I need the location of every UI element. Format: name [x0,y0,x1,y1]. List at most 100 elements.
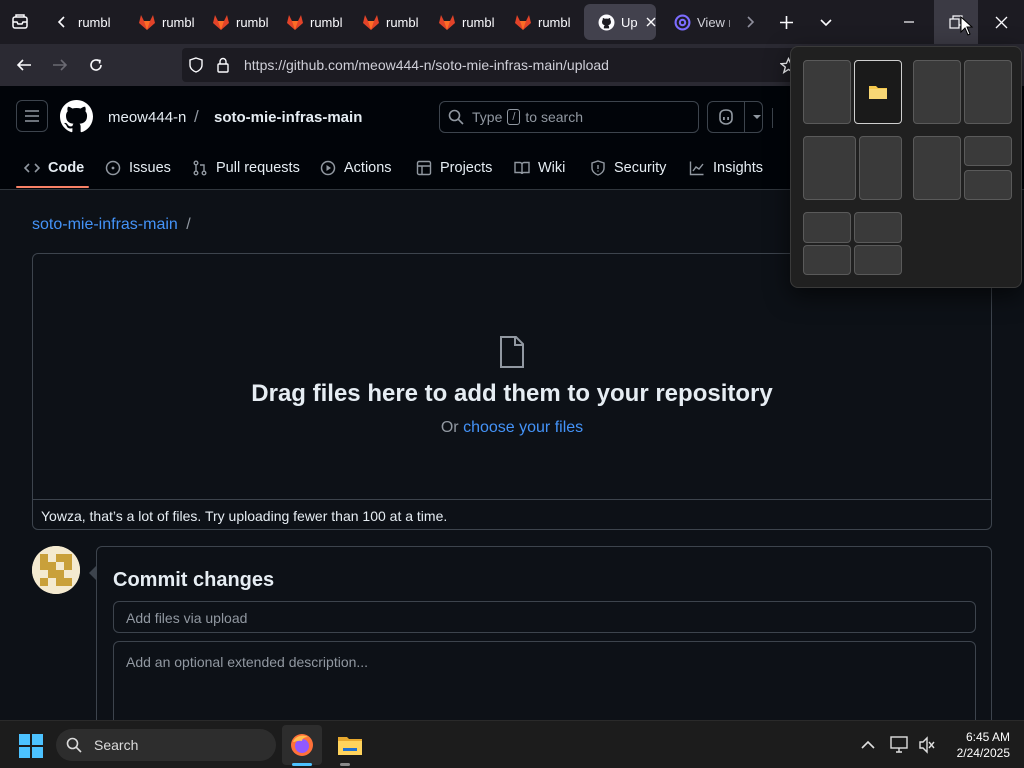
lock-icon[interactable] [216,57,230,73]
browser-tab[interactable]: rumbl [272,4,344,40]
firefox-view-icon[interactable] [4,6,36,38]
repo-owner-link[interactable]: meow444-n [108,109,186,126]
snap-zone[interactable] [803,245,851,275]
commit-summary-input[interactable]: Add files via upload [113,601,976,633]
tab-pull-requests[interactable]: Pull requests [192,150,300,186]
browser-tab[interactable]: rumbl [500,4,576,40]
minimize-icon[interactable] [892,6,926,38]
chevron-down-icon [752,113,762,121]
volume-muted-icon[interactable] [918,736,936,754]
snap-zone[interactable] [854,245,902,275]
windows-taskbar: Search 6:45 AM 2/24/2025 [0,720,1024,768]
tab-label: rumbl [162,14,195,30]
show-hidden-icons-icon[interactable] [860,737,876,753]
browser-tab[interactable]: rumbl [198,4,270,40]
tab-label: Projects [440,160,493,176]
breadcrumb-separator: / [186,216,191,233]
list-tabs-icon[interactable] [810,6,842,38]
snap-zone[interactable] [803,212,851,243]
copilot-button[interactable] [707,101,763,133]
browser-tab[interactable]: rumbl [348,4,420,40]
choose-files-link[interactable]: choose your files [463,419,583,436]
gitlab-icon [438,14,456,31]
file-drop-zone[interactable]: Drag files here to add them to your repo… [32,253,992,530]
search-icon [66,737,82,753]
tab-label: Pull requests [216,160,300,176]
play-icon [320,160,336,176]
search-placeholder-post: to search [525,109,584,125]
tab-security[interactable]: Security [590,150,666,186]
snap-zone[interactable] [913,136,961,200]
close-window-icon[interactable] [984,6,1018,38]
tab-label: rumbl [310,14,343,30]
hamburger-menu-button[interactable] [16,100,48,132]
search-icon [448,109,464,125]
tab-code[interactable]: Code [24,150,84,186]
browser-tab-active[interactable]: Upl [584,4,656,40]
browser-tab[interactable]: rumbl [424,4,496,40]
search-input[interactable]: Type / to search [439,101,699,133]
snap-zone[interactable] [859,136,902,200]
upload-limit-warning: Yowza, that’s a lot of files. Try upload… [41,508,448,524]
browser-tab-strip: rumbl rumbl rumbl rumbl rumbl rumbl rumb… [0,0,1024,44]
breadcrumb-repo-link[interactable]: soto-mie-infras-main [32,216,178,233]
breadcrumb-separator: / [194,107,199,126]
avatar[interactable] [32,546,80,594]
gitlab-icon [514,14,532,31]
taskbar-file-explorer-button[interactable] [330,725,370,765]
github-logo-icon[interactable] [60,100,93,133]
repo-name-link[interactable]: soto-mie-infras-main [214,109,362,126]
snap-zone-selected[interactable] [854,60,902,124]
url-bar[interactable]: https://github.com/meow444-n/soto-mie-in… [182,48,822,82]
browser-tab[interactable]: rumbl [64,4,128,40]
issue-icon [105,160,121,176]
snap-zone[interactable] [854,212,902,243]
firefox-icon [289,732,315,758]
active-tab-underline [16,186,89,188]
taskbar-firefox-button[interactable] [282,725,322,765]
tracking-shield-icon[interactable] [188,57,204,73]
taskbar-search-label: Search [94,737,139,753]
taskbar-search-box[interactable]: Search [56,729,276,761]
clock-time: 6:45 AM [965,730,1010,744]
tab-label: rumbl [386,14,419,30]
back-icon[interactable] [8,49,40,81]
tab-label: View r [697,14,730,30]
snap-zone[interactable] [964,60,1012,124]
hamburger-icon [24,109,40,123]
network-icon[interactable] [890,736,910,754]
tab-label: Upl [621,14,638,30]
tab-insights[interactable]: Insights [689,150,763,186]
book-icon [514,160,530,176]
tab-wiki[interactable]: Wiki [514,150,565,186]
commit-summary-placeholder: Add files via upload [126,610,248,626]
tab-label: rumbl [462,14,495,30]
browser-tab[interactable]: rumbl [124,4,196,40]
snap-zone[interactable] [964,170,1012,200]
scroll-tabs-right-icon[interactable] [734,6,766,38]
new-tab-icon[interactable] [770,6,802,38]
snap-zone[interactable] [964,136,1012,166]
windows-start-icon[interactable] [18,733,44,759]
folder-icon [868,84,888,100]
snap-zone[interactable] [803,136,856,200]
tab-projects[interactable]: Projects [416,150,492,186]
forward-icon[interactable] [44,49,76,81]
snap-zone[interactable] [913,60,961,124]
commit-title: Commit changes [113,569,275,591]
table-icon [416,160,432,176]
reload-icon[interactable] [80,49,112,81]
proton-icon [674,14,691,31]
tab-label: Issues [129,160,171,176]
divider [772,108,773,128]
tab-issues[interactable]: Issues [105,150,171,186]
snap-zone[interactable] [803,60,851,124]
close-tab-icon[interactable] [646,17,656,27]
tab-actions[interactable]: Actions [320,150,392,186]
browser-tab[interactable]: View r [660,4,730,40]
drop-area[interactable]: Drag files here to add them to your repo… [33,254,991,500]
taskbar-clock[interactable]: 6:45 AM 2/24/2025 [944,729,1010,761]
gitlab-icon [286,14,304,31]
running-app-indicator [340,763,350,766]
file-icon [499,336,525,368]
